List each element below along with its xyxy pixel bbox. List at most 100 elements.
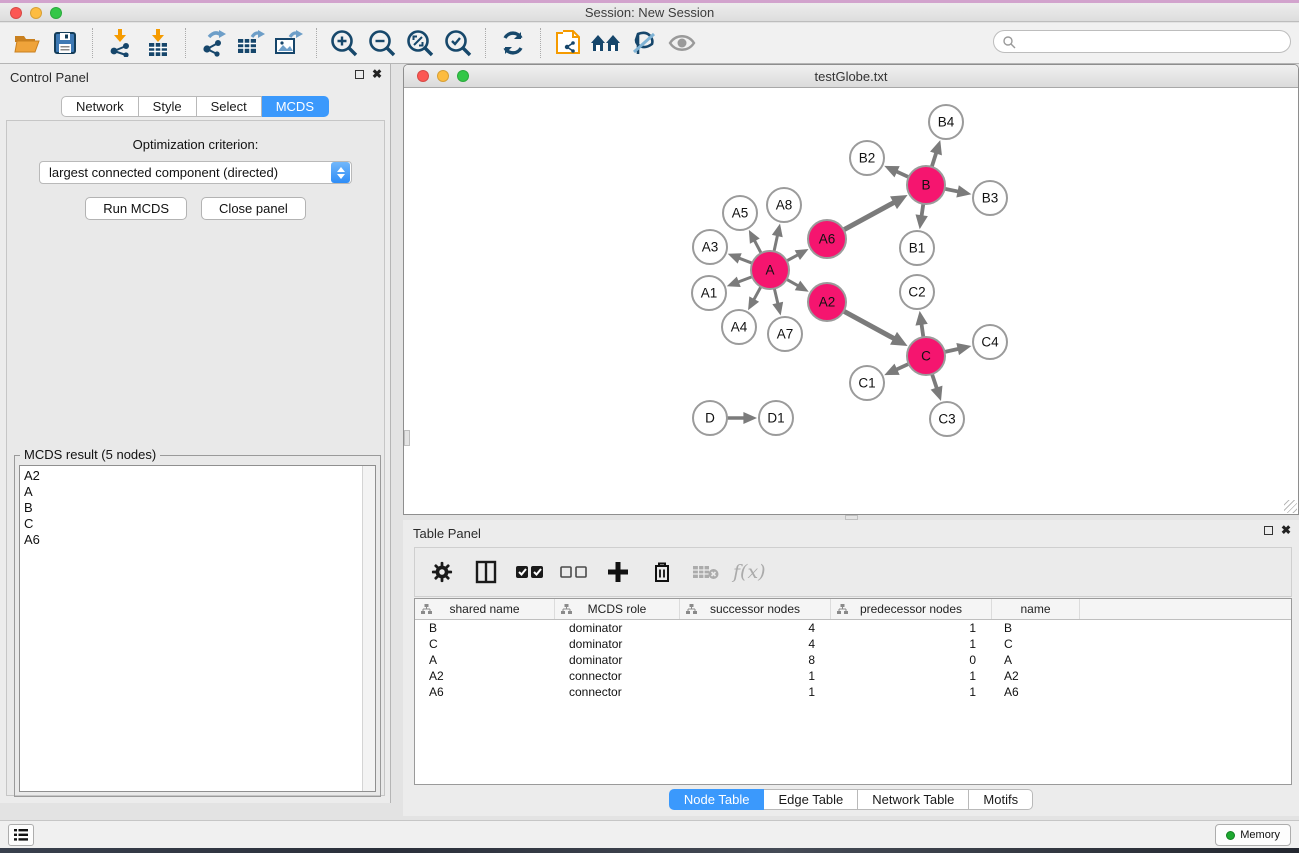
table-cell: B — [415, 621, 555, 635]
close-panel-icon[interactable]: ✖ — [1281, 526, 1291, 535]
table-cell: 1 — [831, 685, 992, 699]
float-panel-icon[interactable] — [1264, 526, 1273, 535]
export-network-button[interactable] — [194, 25, 232, 61]
table-row[interactable]: A2connector11A2 — [415, 668, 1291, 684]
refresh-icon — [500, 30, 526, 56]
column-header-successor-nodes[interactable]: successor nodes — [680, 599, 831, 619]
tab-network-table[interactable]: Network Table — [858, 789, 969, 810]
tab-mcds[interactable]: MCDS — [262, 96, 329, 117]
result-list-item[interactable]: A6 — [20, 532, 375, 548]
import-table-button[interactable] — [139, 25, 177, 61]
svg-text:A8: A8 — [776, 198, 793, 213]
close-panel-icon[interactable]: ✖ — [372, 70, 382, 79]
column-type-icon — [421, 604, 432, 615]
open-session-button[interactable] — [8, 25, 46, 61]
import-network-button[interactable] — [101, 25, 139, 61]
table-row[interactable]: Adominator80A — [415, 652, 1291, 668]
criterion-select[interactable]: largest connected component (directed) — [39, 161, 352, 184]
result-list-scrollbar[interactable] — [362, 466, 375, 791]
tab-style[interactable]: Style — [139, 96, 197, 117]
graph-node-C4[interactable]: C4 — [973, 325, 1007, 359]
create-column-button[interactable] — [601, 554, 635, 590]
table-cell: 8 — [680, 653, 831, 667]
column-header-MCDS-role[interactable]: MCDS role — [555, 599, 680, 619]
memory-button[interactable]: Memory — [1215, 824, 1291, 846]
tab-edge-table[interactable]: Edge Table — [764, 789, 858, 810]
zoom-fit-icon — [405, 28, 435, 58]
graph-node-A6[interactable]: A6 — [808, 220, 846, 258]
graph-node-C3[interactable]: C3 — [930, 402, 964, 436]
result-list-item[interactable]: C — [20, 516, 375, 532]
table-row[interactable]: Bdominator41B — [415, 620, 1291, 636]
column-header-predecessor-nodes[interactable]: predecessor nodes — [831, 599, 992, 619]
result-list-item[interactable]: A2 — [20, 468, 375, 484]
graph-node-B[interactable]: B — [907, 166, 945, 204]
table-cell: A6 — [415, 685, 555, 699]
table-panel-title: Table Panel — [413, 526, 481, 541]
tab-motifs[interactable]: Motifs — [969, 789, 1033, 810]
toolbar-separator — [540, 28, 541, 58]
graph-node-A1[interactable]: A1 — [692, 276, 726, 310]
graph-edge-arrowhead — [743, 412, 757, 424]
run-mcds-button[interactable]: Run MCDS — [85, 197, 187, 220]
graph-node-B1[interactable]: B1 — [900, 231, 934, 265]
select-all-button[interactable] — [513, 554, 547, 590]
svg-text:D: D — [705, 411, 715, 426]
graph-node-A2[interactable]: A2 — [808, 283, 846, 321]
graph-node-A8[interactable]: A8 — [767, 188, 801, 222]
table-settings-button[interactable] — [425, 554, 459, 590]
zoom-out-button[interactable] — [363, 25, 401, 61]
home-button[interactable] — [587, 25, 625, 61]
resize-grip-icon[interactable] — [1284, 500, 1297, 513]
graph-node-C2[interactable]: C2 — [900, 275, 934, 309]
graph-node-C[interactable]: C — [907, 337, 945, 375]
zoom-fit-button[interactable] — [401, 25, 439, 61]
column-header-name[interactable]: name — [992, 599, 1080, 619]
export-table-button[interactable] — [232, 25, 270, 61]
table-row[interactable]: Cdominator41C — [415, 636, 1291, 652]
tab-node-table[interactable]: Node Table — [669, 789, 765, 810]
tab-select[interactable]: Select — [197, 96, 262, 117]
save-session-button[interactable] — [46, 25, 84, 61]
column-header-shared-name[interactable]: shared name — [415, 599, 555, 619]
graph-node-D[interactable]: D — [693, 401, 727, 435]
search-input[interactable] — [1016, 31, 1290, 52]
column-type-icon — [561, 604, 572, 615]
tab-network[interactable]: Network — [61, 96, 139, 117]
graph-node-A[interactable]: A — [751, 251, 789, 289]
column-view-button[interactable] — [469, 554, 503, 590]
graph-node-B2[interactable]: B2 — [850, 141, 884, 175]
app-window: Session: New Session — [0, 0, 1299, 853]
result-list-item[interactable]: B — [20, 500, 375, 516]
deselect-all-button[interactable] — [557, 554, 591, 590]
table-row[interactable]: A6connector11A6 — [415, 684, 1291, 700]
close-panel-button[interactable]: Close panel — [201, 197, 306, 220]
network-canvas[interactable]: B4 B2 B B3 A8 A5 A6 A3 B1 A A1 C2 A2 A4 A7 C4 C C1 D D1 C3 — [404, 89, 1298, 514]
zoom-in-button[interactable] — [325, 25, 363, 61]
graph-node-B3[interactable]: B3 — [973, 181, 1007, 215]
graph-node-A3[interactable]: A3 — [693, 230, 727, 264]
search-field[interactable] — [993, 30, 1291, 53]
select-all-icon — [516, 565, 544, 579]
export-image-button[interactable] — [270, 25, 308, 61]
hide-graphics-details-button[interactable] — [625, 25, 663, 61]
graph-node-B4[interactable]: B4 — [929, 105, 963, 139]
table-header-row: shared nameMCDS rolesuccessor nodesprede… — [415, 599, 1291, 620]
graph-node-D1[interactable]: D1 — [759, 401, 793, 435]
graph-node-A5[interactable]: A5 — [723, 196, 757, 230]
zoom-selected-button[interactable] — [439, 25, 477, 61]
trash-icon — [652, 560, 672, 584]
clone-network-button[interactable] — [549, 25, 587, 61]
control-panel-title: Control Panel — [10, 70, 89, 85]
graph-node-A4[interactable]: A4 — [722, 310, 756, 344]
graph-node-C1[interactable]: C1 — [850, 366, 884, 400]
canvas-left-nub[interactable] — [404, 430, 410, 446]
refresh-button[interactable] — [494, 25, 532, 61]
graph-node-A7[interactable]: A7 — [768, 317, 802, 351]
show-graphics-details-button[interactable] — [663, 25, 701, 61]
table-cell: A2 — [415, 669, 555, 683]
result-list-item[interactable]: A — [20, 484, 375, 500]
delete-column-button[interactable] — [645, 554, 679, 590]
float-panel-icon[interactable] — [355, 70, 364, 79]
task-history-button[interactable] — [8, 824, 34, 846]
